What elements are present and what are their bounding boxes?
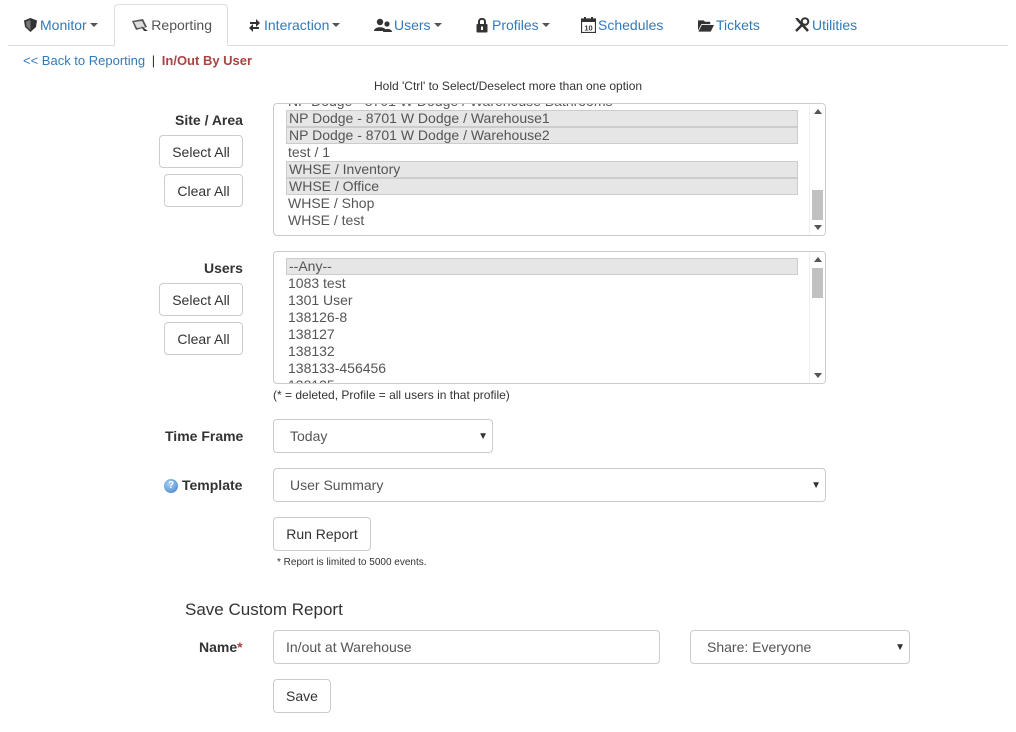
multi-select-hint: Hold 'Ctrl' to Select/Deselect more than…: [374, 79, 643, 93]
site-clear-all-button[interactable]: Clear All: [164, 174, 243, 207]
scroll-thumb[interactable]: [812, 190, 823, 220]
users-select-all-button[interactable]: Select All: [159, 283, 243, 316]
list-option[interactable]: 138127: [286, 326, 798, 343]
users-icon: [374, 17, 392, 33]
chevron-down-icon: [433, 23, 442, 27]
nav-reporting-label: Reporting: [151, 17, 212, 33]
nav-interaction[interactable]: Interaction: [246, 4, 341, 46]
breadcrumb: << Back to Reporting | In/Out By User: [23, 53, 252, 68]
report-name-input[interactable]: In/out at Warehouse: [273, 630, 660, 664]
site-area-listbox[interactable]: NP Dodge - 8701 W Dodge / Warehouse Bath…: [273, 103, 826, 236]
list-option[interactable]: WHSE / Shop: [286, 195, 798, 212]
users-listbox[interactable]: --Any-- 1083 test 1301 User 138126-8 138127 1…: [273, 251, 826, 384]
breadcrumb-separator: |: [151, 53, 156, 68]
nav-utilities[interactable]: Utilities: [794, 4, 857, 46]
scroll-up-arrow-icon[interactable]: [814, 257, 822, 262]
chevron-down-icon: [332, 23, 341, 27]
folder-open-icon: [698, 17, 714, 33]
nav-interaction-label: Interaction: [264, 17, 330, 33]
save-custom-report-title: Save Custom Report: [185, 600, 343, 619]
list-option[interactable]: WHSE / Office: [286, 178, 798, 195]
scroll-up-arrow-icon[interactable]: [814, 109, 822, 114]
list-option[interactable]: WHSE / Inventory: [286, 161, 798, 178]
list-option[interactable]: NP Dodge - 8701 W Dodge / Warehouse1: [286, 110, 798, 127]
save-button[interactable]: Save: [273, 679, 331, 713]
exchange-icon: [246, 17, 262, 33]
back-to-reporting-link[interactable]: << Back to Reporting: [23, 53, 145, 68]
calendar-icon: 10: [580, 17, 596, 33]
time-frame-value: Today: [290, 428, 328, 444]
nav-tickets[interactable]: Tickets: [698, 4, 760, 46]
list-option[interactable]: --Any--: [286, 258, 798, 275]
nav-users-label: Users: [394, 17, 431, 33]
breadcrumb-current: In/Out By User: [161, 53, 253, 68]
list-option[interactable]: WHSE / test: [286, 212, 798, 229]
users-label: Users: [204, 260, 243, 276]
chevron-down-icon: [89, 23, 98, 27]
chevron-down-icon: [541, 23, 550, 27]
tools-icon: [794, 17, 810, 33]
name-label: Name: [199, 639, 238, 655]
time-frame-label: Time Frame: [165, 428, 244, 444]
list-option[interactable]: 138126-8: [286, 309, 798, 326]
list-option[interactable]: 1301 User: [286, 292, 798, 309]
users-scrollbar[interactable]: [809, 252, 825, 383]
users-clear-all-button[interactable]: Clear All: [164, 322, 243, 355]
users-options: --Any-- 1083 test 1301 User 138126-8 138127 1…: [286, 258, 798, 383]
scroll-down-arrow-icon[interactable]: [814, 373, 822, 378]
share-select[interactable]: Share: Everyone ▼: [690, 630, 910, 664]
nav-schedules-label: Schedules: [598, 17, 664, 33]
site-area-label: Site / Area: [175, 112, 243, 128]
report-icon: [130, 17, 149, 33]
name-label-group: Name*: [199, 639, 243, 655]
list-option[interactable]: 138133-456456: [286, 360, 798, 377]
template-value: User Summary: [290, 477, 384, 493]
nav-schedules[interactable]: 10 Schedules: [580, 4, 663, 46]
users-legend-note: (* = deleted, Profile = all users in tha…: [273, 388, 510, 402]
nav-monitor-label: Monitor: [40, 17, 87, 33]
report-limit-note: * Report is limited to 5000 events.: [277, 557, 427, 568]
list-option[interactable]: NP Dodge - 8701 W Dodge / Warehouse Bath…: [286, 104, 798, 110]
run-report-button[interactable]: Run Report: [273, 517, 371, 551]
chevron-down-icon: ▼: [478, 431, 488, 442]
main-nav: Monitor Reporting Interaction Users Prof…: [8, 0, 1008, 46]
required-mark: *: [237, 639, 243, 655]
nav-profiles[interactable]: Profiles: [474, 4, 550, 46]
nav-reporting[interactable]: Reporting: [114, 4, 228, 46]
chevron-down-icon: ▼: [895, 642, 905, 653]
list-option[interactable]: NP Dodge - 8701 W Dodge / Warehouse2: [286, 127, 798, 144]
list-option[interactable]: 138132: [286, 343, 798, 360]
list-option[interactable]: test / 1: [286, 144, 798, 161]
nav-users[interactable]: Users: [374, 4, 442, 46]
shield-icon: [22, 17, 38, 33]
share-value: Share: Everyone: [707, 639, 812, 655]
template-label: Template: [182, 477, 243, 493]
scroll-down-arrow-icon[interactable]: [814, 225, 822, 230]
lock-icon: [474, 17, 490, 33]
site-area-scrollbar[interactable]: [809, 104, 825, 235]
nav-profiles-label: Profiles: [492, 17, 539, 33]
nav-tickets-label: Tickets: [716, 17, 760, 33]
list-option[interactable]: 1083 test: [286, 275, 798, 292]
nav-utilities-label: Utilities: [812, 17, 858, 33]
site-area-options: NP Dodge - 8701 W Dodge / Warehouse Bath…: [286, 104, 798, 229]
template-label-group: ? Template: [164, 477, 243, 494]
list-option[interactable]: 138135: [286, 377, 798, 383]
help-icon[interactable]: ?: [164, 479, 178, 494]
time-frame-select[interactable]: Today ▼: [273, 419, 493, 453]
chevron-down-icon: ▼: [811, 480, 821, 491]
site-select-all-button[interactable]: Select All: [159, 135, 243, 168]
template-select[interactable]: User Summary ▼: [273, 468, 826, 502]
svg-text:10: 10: [584, 24, 592, 33]
nav-monitor[interactable]: Monitor: [22, 4, 98, 46]
scroll-thumb[interactable]: [812, 268, 823, 298]
